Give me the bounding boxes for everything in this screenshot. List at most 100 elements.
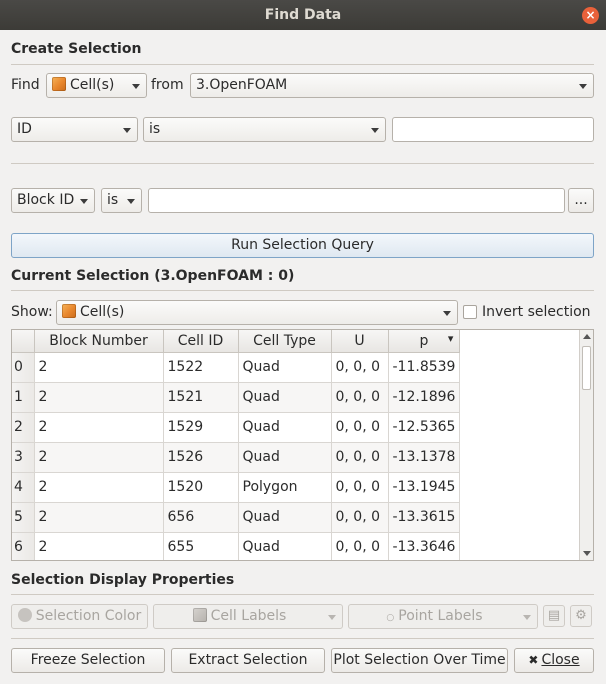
- selection-data-table: Block Number Cell ID Cell Type U p ▾ 021…: [12, 330, 461, 560]
- cell-p[interactable]: -12.1896: [388, 382, 461, 413]
- row-index[interactable]: 0: [12, 352, 35, 383]
- chevron-down-icon: [328, 615, 336, 620]
- cell-block-number[interactable]: 2: [34, 502, 164, 533]
- color-swatch-icon: [17, 608, 32, 622]
- query1-operator-combo[interactable]: is: [143, 117, 386, 142]
- scrollbar-thumb[interactable]: [582, 346, 591, 390]
- cell-u[interactable]: 0, 0, 0: [331, 502, 389, 533]
- query2-value-input[interactable]: [148, 188, 565, 213]
- row-index[interactable]: 3: [12, 442, 35, 473]
- cell-cell-type[interactable]: Polygon: [238, 472, 332, 503]
- cell-cell-type[interactable]: Quad: [238, 412, 332, 443]
- column-header-cell-id[interactable]: Cell ID: [163, 330, 239, 353]
- cell-cell-id[interactable]: 655: [163, 532, 239, 560]
- window-title: Find Data: [264, 7, 342, 23]
- column-header-p-label: p: [419, 332, 429, 349]
- cell-cube-icon: [52, 77, 66, 91]
- display-properties-title: Selection Display Properties: [11, 572, 235, 588]
- cell-cell-id[interactable]: 1529: [163, 412, 239, 443]
- cell-u[interactable]: 0, 0, 0: [331, 472, 389, 503]
- table-vertical-scrollbar[interactable]: [579, 330, 593, 560]
- cell-u[interactable]: 0, 0, 0: [331, 382, 389, 413]
- cell-block-number[interactable]: 2: [34, 352, 164, 383]
- cell-cell-type[interactable]: Quad: [238, 502, 332, 533]
- selection-color-button[interactable]: Selection Color: [11, 604, 148, 629]
- table-row[interactable]: 6 2 655 Quad 0, 0, 0 -13.3646: [12, 532, 461, 560]
- row-index[interactable]: 6: [12, 532, 35, 560]
- cell-cell-id[interactable]: 656: [163, 502, 239, 533]
- freeze-selection-button[interactable]: Freeze Selection: [11, 648, 165, 673]
- table-row[interactable]: 1 2 1521 Quad 0, 0, 0 -12.1896: [12, 382, 461, 413]
- sort-descending-icon: ▾: [447, 332, 454, 345]
- column-header-cell-type[interactable]: Cell Type: [238, 330, 332, 353]
- cell-p[interactable]: -13.1945: [388, 472, 461, 503]
- chevron-down-icon: [523, 615, 531, 620]
- plot-selection-over-time-button[interactable]: Plot Selection Over Time: [331, 648, 508, 673]
- row-index[interactable]: 2: [12, 412, 35, 443]
- column-header-u[interactable]: U: [331, 330, 389, 353]
- cell-p[interactable]: -13.1378: [388, 442, 461, 473]
- cell-u[interactable]: 0, 0, 0: [331, 352, 389, 383]
- cell-cell-id[interactable]: 1526: [163, 442, 239, 473]
- table-row[interactable]: 2 2 1529 Quad 0, 0, 0 -12.5365: [12, 412, 461, 443]
- query2-operator-combo[interactable]: is: [101, 188, 142, 213]
- run-selection-query-button[interactable]: Run Selection Query: [11, 233, 594, 258]
- scroll-down-icon[interactable]: [583, 551, 591, 556]
- column-header-p[interactable]: p ▾: [388, 330, 461, 353]
- table-row[interactable]: 5 2 656 Quad 0, 0, 0 -13.3615: [12, 502, 461, 533]
- query2-field-combo[interactable]: Block ID: [11, 188, 95, 213]
- cell-block-number[interactable]: 2: [34, 532, 164, 560]
- cell-cell-id[interactable]: 1521: [163, 382, 239, 413]
- row-index[interactable]: 5: [12, 502, 35, 533]
- close-button[interactable]: ✖ Close: [514, 648, 594, 673]
- window-close-icon[interactable]: ×: [582, 7, 599, 24]
- cell-cell-id[interactable]: 1520: [163, 472, 239, 503]
- query2-field-value: Block ID: [17, 192, 75, 208]
- table-row[interactable]: 3 2 1526 Quad 0, 0, 0 -13.1378: [12, 442, 461, 473]
- query1-field-combo[interactable]: ID: [11, 117, 138, 142]
- divider: [11, 64, 594, 65]
- cell-cell-type[interactable]: Quad: [238, 442, 332, 473]
- row-index[interactable]: 1: [12, 382, 35, 413]
- point-labels-combo[interactable]: ○ Point Labels: [348, 604, 538, 629]
- show-label: Show:: [11, 304, 53, 320]
- cell-block-number[interactable]: 2: [34, 412, 164, 443]
- cell-p[interactable]: -11.8539: [388, 352, 461, 383]
- show-attribute-combo[interactable]: Cell(s): [56, 300, 458, 325]
- cell-cell-type[interactable]: Quad: [238, 352, 332, 383]
- selection-table[interactable]: Block Number Cell ID Cell Type U p ▾ 021…: [11, 329, 594, 561]
- table-corner-header: [12, 330, 35, 353]
- scroll-up-icon[interactable]: [583, 334, 591, 339]
- cell-p[interactable]: -12.5365: [388, 412, 461, 443]
- query2-more-button[interactable]: ...: [568, 188, 594, 213]
- chevron-down-icon: [132, 84, 140, 89]
- cell-block-number[interactable]: 2: [34, 472, 164, 503]
- invert-selection-checkbox[interactable]: [463, 305, 477, 319]
- cell-u[interactable]: 0, 0, 0: [331, 442, 389, 473]
- selection-color-label: Selection Color: [35, 608, 142, 624]
- query1-value-input[interactable]: [392, 117, 594, 142]
- find-label: Find: [11, 77, 40, 93]
- extract-selection-button[interactable]: Extract Selection: [171, 648, 325, 673]
- cell-cube-icon: [192, 608, 207, 622]
- gear-icon[interactable]: ⚙: [570, 605, 592, 627]
- cell-cell-id[interactable]: 1522: [163, 352, 239, 383]
- column-header-block-number[interactable]: Block Number: [34, 330, 164, 353]
- cell-block-number[interactable]: 2: [34, 382, 164, 413]
- find-type-combo[interactable]: Cell(s): [46, 73, 147, 98]
- cell-labels-combo[interactable]: Cell Labels: [153, 604, 343, 629]
- table-row[interactable]: 4 2 1520 Polygon 0, 0, 0 -13.1945: [12, 472, 461, 503]
- cell-cell-type[interactable]: Quad: [238, 382, 332, 413]
- source-combo[interactable]: 3.OpenFOAM: [190, 73, 594, 98]
- cell-cell-type[interactable]: Quad: [238, 532, 332, 560]
- cell-u[interactable]: 0, 0, 0: [331, 532, 389, 560]
- cell-block-number[interactable]: 2: [34, 442, 164, 473]
- cell-p[interactable]: -13.3646: [388, 532, 461, 560]
- row-index[interactable]: 4: [12, 472, 35, 503]
- chevron-down-icon: [127, 199, 135, 204]
- show-attribute-value: Cell(s): [80, 304, 125, 320]
- cell-u[interactable]: 0, 0, 0: [331, 412, 389, 443]
- table-row[interactable]: 0 2 1522 Quad 0, 0, 0 -11.8539: [12, 352, 461, 383]
- cell-p[interactable]: -13.3615: [388, 502, 461, 533]
- label-properties-icon[interactable]: ▤: [543, 605, 565, 627]
